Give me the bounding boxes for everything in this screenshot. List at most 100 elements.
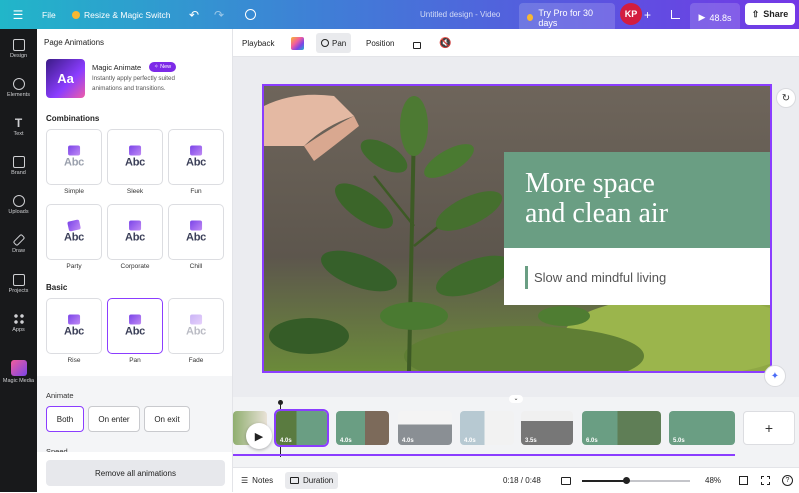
avatar[interactable]: KP: [620, 3, 642, 25]
sidebar-item-apps[interactable]: Apps: [0, 313, 37, 333]
subtitle-accent-bar: [525, 266, 528, 289]
share-button[interactable]: ⇧ Share: [745, 3, 795, 25]
crown-icon: [527, 14, 534, 21]
combinations-heading: Combinations: [46, 114, 100, 123]
mute-icon[interactable]: 🔇: [439, 29, 451, 57]
animation-card-chill[interactable]: Abc: [168, 204, 224, 260]
subtitle-text[interactable]: Slow and mindful living: [534, 270, 666, 285]
bottom-bar: ☰ Notes Duration 0:18 / 0:48 48% ?: [233, 467, 799, 492]
zoom-slider[interactable]: [582, 477, 690, 484]
timeline-clip[interactable]: 4.0s: [274, 409, 329, 447]
notes-button[interactable]: ☰ Notes: [241, 468, 273, 493]
collapse-timeline-icon[interactable]: ⌄: [509, 395, 523, 403]
projects-icon: [12, 274, 25, 286]
animation-card-fade[interactable]: Abc: [168, 298, 224, 354]
sidebar-item-brand[interactable]: Brand: [0, 156, 37, 176]
timeline: ⌄ ▶ 4.0s 4.0s 4.0s 4.0s 3.5s 6.0s 5.0s +: [233, 395, 799, 467]
remove-all-animations-button[interactable]: Remove all animations: [46, 460, 225, 486]
resize-button[interactable]: Resize & Magic Switch: [72, 0, 170, 29]
notes-icon: ☰: [241, 476, 249, 485]
undo-icon[interactable]: ↶: [189, 0, 199, 29]
design-page[interactable]: More space and clean air Slow and mindfu…: [262, 84, 772, 373]
animation-card-sleek[interactable]: Abc: [107, 129, 163, 185]
grid-view-icon[interactable]: [739, 468, 748, 493]
fullscreen-icon[interactable]: [761, 468, 770, 493]
timeline-clip[interactable]: 4.0s: [398, 411, 452, 445]
timeline-clip[interactable]: 3.5s: [521, 411, 573, 445]
zoom-slider-fill: [582, 480, 626, 482]
animation-card-corporate[interactable]: Abc: [107, 204, 163, 260]
timeline-track: [233, 454, 735, 456]
headline-line-2[interactable]: and clean air: [525, 198, 668, 230]
zoom-level[interactable]: 48%: [705, 468, 721, 493]
animation-card-rise[interactable]: Abc: [46, 298, 102, 354]
menu-icon[interactable]: ☰: [10, 0, 26, 29]
help-icon[interactable]: ?: [782, 468, 793, 493]
duration-button[interactable]: Duration: [285, 472, 339, 489]
present-button[interactable]: ▶ 48.8s: [690, 3, 740, 32]
redo-icon[interactable]: ↷: [214, 0, 224, 29]
timeline-clip[interactable]: 5.0s: [669, 411, 735, 445]
zoom-slider-handle[interactable]: [623, 477, 630, 484]
magic-animate-desc: Instantly apply perfectly suited: [92, 75, 175, 82]
page-view-icon[interactable]: [561, 468, 571, 493]
image-icon: [189, 145, 202, 156]
new-badge: ✧ New: [149, 61, 177, 72]
headline-line-1[interactable]: More space: [525, 168, 655, 200]
add-member-icon[interactable]: +: [644, 0, 651, 29]
sidebar-item-design[interactable]: Design: [0, 39, 37, 59]
playback-button[interactable]: Playback: [242, 29, 274, 57]
playhead-knob[interactable]: [278, 400, 283, 405]
crown-icon: [72, 10, 80, 19]
animate-both-button[interactable]: Both: [46, 406, 84, 432]
image-icon: [67, 145, 80, 156]
uploads-icon: [12, 195, 25, 207]
add-page-button[interactable]: +: [743, 411, 795, 445]
sidebar-item-projects[interactable]: Projects: [0, 274, 37, 294]
animate-on-exit-button[interactable]: On exit: [144, 406, 190, 432]
insights-icon[interactable]: [666, 0, 684, 29]
text-icon: T: [14, 116, 23, 130]
context-toolbar: Playback Pan Position 🔇: [233, 29, 799, 57]
image-icon: [128, 145, 141, 156]
sidebar-item-uploads[interactable]: Uploads: [0, 195, 37, 215]
animation-card-simple[interactable]: Abc: [46, 129, 102, 185]
left-sidebar: Design Elements T Text Brand Uploads Draw…: [0, 29, 37, 492]
magic-animate-thumbnail: Aa: [46, 59, 85, 98]
animation-card-pan[interactable]: Abc: [107, 298, 163, 354]
file-menu[interactable]: File: [42, 0, 56, 29]
animation-label: Pan: [129, 357, 141, 364]
lock-icon[interactable]: [413, 29, 421, 57]
timeline-clip[interactable]: 4.0s: [336, 411, 389, 445]
sidebar-item-text[interactable]: T Text: [0, 117, 37, 137]
timeline-clip[interactable]: 4.0s: [460, 411, 514, 445]
magic-animate-card[interactable]: Aa Magic Animate ✧ New Instantly apply p…: [46, 59, 226, 101]
sidebar-item-draw[interactable]: Draw: [0, 233, 37, 254]
timeline-clip[interactable]: 6.0s: [582, 411, 661, 445]
magic-assistant-icon[interactable]: ✦: [764, 365, 786, 387]
document-title[interactable]: Untitled design - Video: [420, 0, 500, 29]
sidebar-item-elements[interactable]: Elements: [0, 78, 37, 98]
image-icon: [128, 314, 141, 325]
upload-icon: ⇧: [751, 8, 760, 19]
pan-button[interactable]: Pan: [316, 33, 352, 53]
pan-icon: [321, 39, 329, 47]
position-button[interactable]: Position: [366, 29, 394, 57]
cloud-save-icon[interactable]: [245, 0, 256, 29]
magic-animate-desc: animations and transitions.: [92, 85, 166, 92]
color-swatch-icon[interactable]: [291, 29, 304, 57]
try-pro-button[interactable]: Try Pro for 30 days: [519, 3, 615, 32]
sidebar-item-magic-media[interactable]: Magic Media: [0, 360, 37, 384]
top-bar: ☰ File Resize & Magic Switch ↶ ↷ Untitle…: [0, 0, 799, 32]
animation-card-fun[interactable]: Abc: [168, 129, 224, 185]
time-readout: 0:18 / 0:48: [503, 476, 541, 485]
brand-icon: [12, 156, 25, 168]
refresh-icon[interactable]: ↻: [776, 88, 796, 108]
animate-on-enter-button[interactable]: On enter: [88, 406, 140, 432]
play-button[interactable]: ▶: [246, 423, 272, 449]
play-icon: ▶: [698, 12, 706, 22]
panel-title: Page Animations: [44, 38, 105, 47]
apps-icon: [12, 313, 25, 325]
animation-card-party[interactable]: Abc: [46, 204, 102, 260]
animation-label: Chill: [189, 263, 203, 270]
